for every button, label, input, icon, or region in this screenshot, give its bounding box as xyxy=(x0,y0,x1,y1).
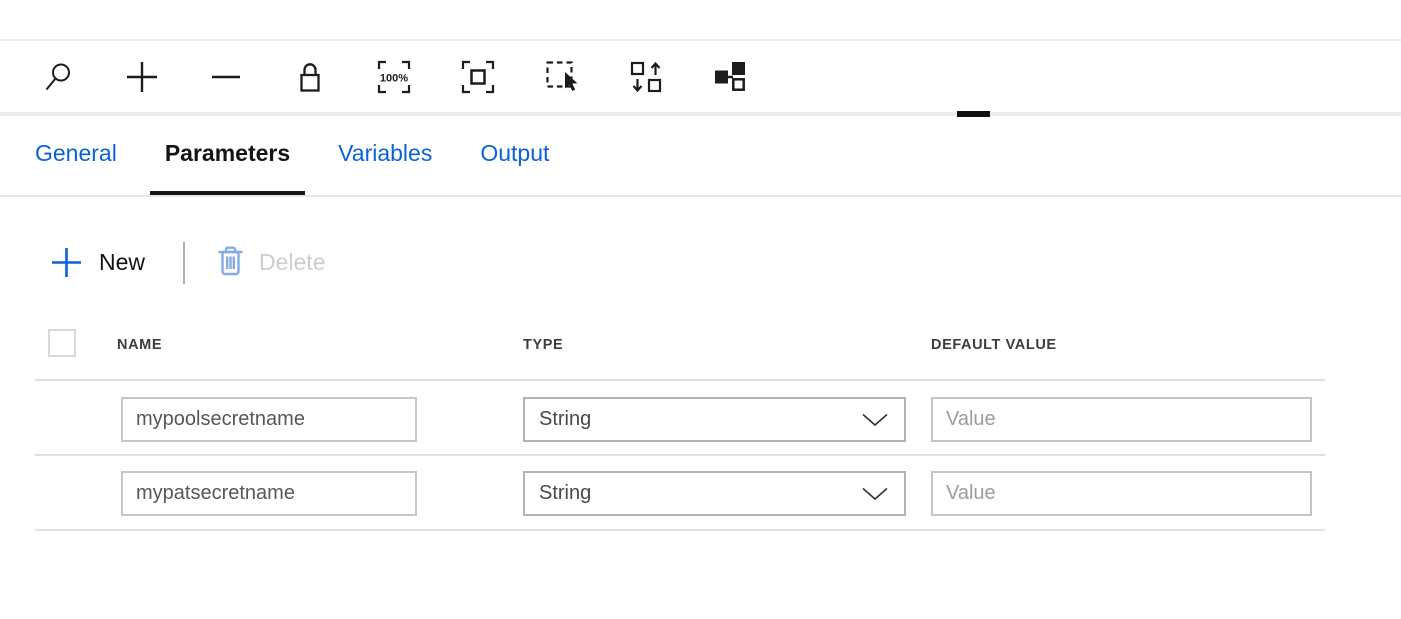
canvas-toolbar: 100% xyxy=(0,41,1401,112)
row-divider xyxy=(35,529,1325,531)
parameter-type-dropdown[interactable]: String xyxy=(523,471,906,516)
plus-icon xyxy=(50,246,83,279)
header-divider xyxy=(35,379,1325,381)
zoom-to-fit-button[interactable] xyxy=(453,49,503,105)
zoom-out-icon xyxy=(209,60,243,94)
tab-parameters[interactable]: Parameters xyxy=(150,116,305,195)
search-icon xyxy=(41,60,75,94)
config-tab-bar: General Parameters Variables Output xyxy=(0,116,1401,197)
parameter-type-dropdown[interactable]: String xyxy=(523,397,906,442)
chevron-down-icon xyxy=(862,487,888,501)
action-bar-separator xyxy=(183,242,185,284)
select-all-checkbox[interactable] xyxy=(48,329,76,357)
zoom-100-button[interactable]: 100% xyxy=(369,49,419,105)
search-button[interactable] xyxy=(33,49,83,105)
pipeline-config-panel: 100% xyxy=(0,0,1401,619)
lock-button[interactable] xyxy=(285,49,335,105)
column-header-type: TYPE xyxy=(523,337,563,353)
parameter-name-input[interactable] xyxy=(121,471,417,516)
canvas-top-strip xyxy=(0,0,1401,41)
zoom-in-icon xyxy=(125,60,159,94)
parameter-default-value-input[interactable] xyxy=(931,471,1312,516)
tab-general[interactable]: General xyxy=(20,116,132,195)
parameter-type-value: String xyxy=(539,482,591,505)
delete-button-label: Delete xyxy=(259,249,325,276)
zoom-to-fit-icon xyxy=(460,59,496,95)
column-header-default-value: DEFAULT VALUE xyxy=(931,337,1057,353)
zoom-in-button[interactable] xyxy=(117,49,167,105)
auto-align-button[interactable] xyxy=(621,49,671,105)
parameter-name-input[interactable] xyxy=(121,397,417,442)
new-button-label: New xyxy=(99,249,145,276)
parameter-default-value-input[interactable] xyxy=(931,397,1312,442)
zoom-out-button[interactable] xyxy=(201,49,251,105)
multi-select-icon xyxy=(544,59,580,95)
parameter-type-value: String xyxy=(539,408,591,431)
row-divider xyxy=(35,454,1325,456)
lock-icon xyxy=(293,60,327,94)
tab-output[interactable]: Output xyxy=(465,116,564,195)
auto-align-icon xyxy=(629,60,663,94)
tab-variables[interactable]: Variables xyxy=(323,116,447,195)
column-header-name: NAME xyxy=(117,337,162,353)
zoom-100-icon: 100% xyxy=(376,59,412,95)
show-graph-map-button[interactable] xyxy=(705,49,755,105)
chevron-down-icon xyxy=(862,413,888,427)
multi-select-button[interactable] xyxy=(537,49,587,105)
show-graph-map-icon xyxy=(713,60,747,94)
zoom-level-label: 100% xyxy=(380,72,408,84)
trash-icon xyxy=(215,245,246,278)
